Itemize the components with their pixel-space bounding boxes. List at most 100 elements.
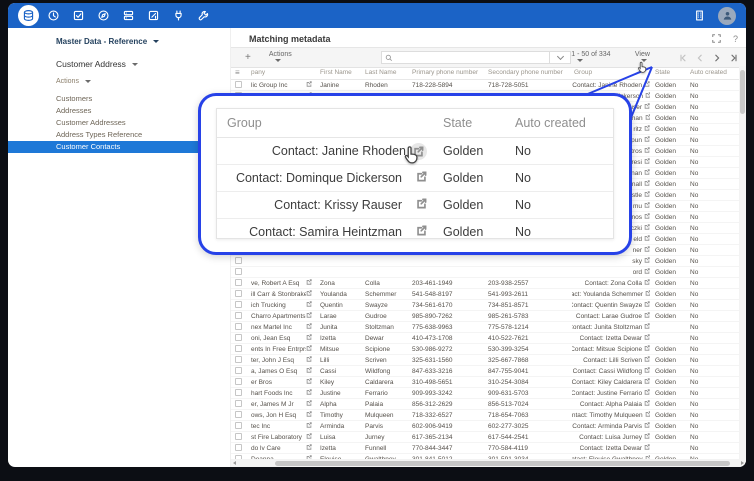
open-record-icon[interactable] (306, 422, 320, 430)
view-selector[interactable]: Customer Address (8, 49, 230, 71)
open-record-icon[interactable] (306, 367, 320, 375)
open-group-icon[interactable] (644, 246, 650, 254)
table-row[interactable]: ter, John J Esq Lilli Scriven 325-631-15… (231, 355, 746, 366)
open-group-icon[interactable] (644, 103, 650, 111)
open-group-icon[interactable] (644, 400, 650, 408)
open-group-icon[interactable] (644, 279, 650, 287)
row-checkbox[interactable] (235, 323, 242, 330)
open-group-icon[interactable] (410, 143, 427, 160)
table-row[interactable]: er Bros Kiley Caldarera 310-498-5651 310… (231, 377, 746, 388)
user-avatar[interactable] (718, 7, 736, 25)
open-record-icon[interactable] (306, 389, 320, 397)
open-group-icon[interactable] (644, 345, 650, 353)
row-checkbox[interactable] (235, 444, 242, 451)
previous-page-icon[interactable] (696, 54, 704, 62)
building-icon[interactable] (689, 5, 710, 26)
open-group-icon[interactable] (406, 198, 427, 212)
table-row[interactable]: oni, Jean Esq Izetta Dewar 410-473-1708 … (231, 333, 746, 344)
row-checkbox[interactable] (235, 422, 242, 429)
row-checkbox[interactable] (235, 378, 242, 385)
row-checkbox[interactable] (235, 345, 242, 352)
col-header-secondary-phone[interactable]: Secondary phone number (488, 69, 572, 76)
open-group-icon[interactable] (644, 444, 650, 452)
search-input[interactable] (393, 53, 546, 62)
sidebar-item-addresses[interactable]: Addresses (8, 105, 230, 117)
open-group-icon[interactable] (644, 180, 650, 188)
table-row[interactable]: nex Martel Inc Junita Stoltzman 775-638-… (231, 322, 746, 333)
open-group-icon[interactable] (644, 378, 650, 386)
row-checkbox[interactable] (235, 367, 242, 374)
table-row[interactable]: ill Carr & Stonbraker... Youlanda Schemm… (231, 289, 746, 300)
vertical-scrollbar-thumb[interactable] (740, 70, 745, 114)
row-checkbox[interactable] (235, 301, 242, 308)
record-range-dropdown[interactable]: 1 - 50 of 334 (571, 51, 621, 65)
sidebar-item-customer-contacts[interactable]: Customer Contacts (8, 141, 230, 153)
open-group-icon[interactable] (644, 323, 650, 331)
open-record-icon[interactable] (306, 378, 320, 386)
sidebar-actions-menu[interactable]: Actions (8, 71, 230, 89)
open-group-icon[interactable] (644, 191, 650, 199)
open-group-icon[interactable] (644, 136, 650, 144)
server-icon[interactable] (118, 5, 139, 26)
open-group-icon[interactable] (644, 433, 650, 441)
open-record-icon[interactable] (306, 290, 320, 298)
col-header-group[interactable]: Group (572, 69, 655, 76)
open-group-icon[interactable] (644, 367, 650, 375)
table-row[interactable]: ents In Free Entrprs ... Mitsue Scipione… (231, 344, 746, 355)
sidebar-item-customer-addresses[interactable]: Customer Addresses (8, 117, 230, 129)
col-header-state[interactable]: State (655, 69, 690, 76)
row-checkbox[interactable] (235, 356, 242, 363)
row-checkbox[interactable] (235, 81, 242, 88)
table-row[interactable]: tec Inc Arminda Parvis 602-906-9419 602-… (231, 421, 746, 432)
add-record-button[interactable]: + (241, 52, 255, 63)
open-group-icon[interactable] (644, 235, 650, 243)
model-selector[interactable]: Master Data - Reference (8, 34, 230, 49)
open-group-icon[interactable] (644, 125, 650, 133)
open-record-icon[interactable] (306, 334, 320, 342)
open-group-icon[interactable] (644, 356, 650, 364)
open-record-icon[interactable] (306, 356, 320, 364)
open-record-icon[interactable] (306, 400, 320, 408)
col-header-auto-created[interactable]: Auto created (690, 69, 734, 76)
table-row[interactable]: lic Group Inc Janine Rhoden 718-228-5894… (231, 80, 746, 91)
open-record-icon[interactable] (306, 81, 320, 89)
table-row[interactable]: ord Golden No (231, 267, 746, 278)
column-menu-icon[interactable]: ≡ (235, 69, 251, 77)
open-record-icon[interactable] (306, 312, 320, 320)
open-record-icon[interactable] (306, 301, 320, 309)
help-icon[interactable]: ? (733, 34, 738, 44)
open-group-icon[interactable] (644, 224, 650, 232)
open-group-icon[interactable] (644, 268, 650, 276)
vertical-scrollbar[interactable] (739, 66, 746, 459)
compass-icon[interactable] (93, 5, 114, 26)
expand-icon[interactable] (712, 30, 721, 48)
table-row[interactable]: ich Trucking Quentin Swayze 734-561-6170… (231, 300, 746, 311)
row-checkbox[interactable] (235, 312, 242, 319)
open-group-icon[interactable] (644, 202, 650, 210)
open-record-icon[interactable] (306, 444, 320, 452)
table-row[interactable]: ve, Robert A Esq Zona Colla 203-461-1949… (231, 278, 746, 289)
sidebar-item-address-types-reference[interactable]: Address Types Reference (8, 129, 230, 141)
col-header-company[interactable]: pany (251, 69, 306, 76)
col-header-last-name[interactable]: Last Name (365, 69, 412, 76)
row-checkbox[interactable] (235, 334, 242, 341)
open-group-icon[interactable] (406, 225, 427, 239)
last-page-icon[interactable] (730, 54, 738, 62)
col-header-first-name[interactable]: First Name (320, 69, 365, 76)
open-group-icon[interactable] (644, 158, 650, 166)
open-record-icon[interactable] (306, 279, 320, 287)
open-group-icon[interactable] (644, 301, 650, 309)
table-row[interactable]: do lv Care Izetta Funnell 770-844-3447 7… (231, 443, 746, 454)
row-checkbox[interactable] (235, 433, 242, 440)
wrench-icon[interactable] (193, 5, 214, 26)
scroll-left-arrow[interactable] (233, 461, 236, 465)
view-dropdown[interactable]: View (635, 51, 661, 65)
horizontal-scrollbar[interactable] (231, 459, 746, 467)
open-group-icon[interactable] (644, 257, 650, 265)
col-header-primary-phone[interactable]: Primary phone number (412, 69, 488, 76)
checkbox-icon[interactable] (68, 5, 89, 26)
open-group-icon[interactable] (644, 147, 650, 155)
first-page-icon[interactable] (679, 54, 687, 62)
open-record-icon[interactable] (306, 323, 320, 331)
open-group-icon[interactable] (644, 213, 650, 221)
